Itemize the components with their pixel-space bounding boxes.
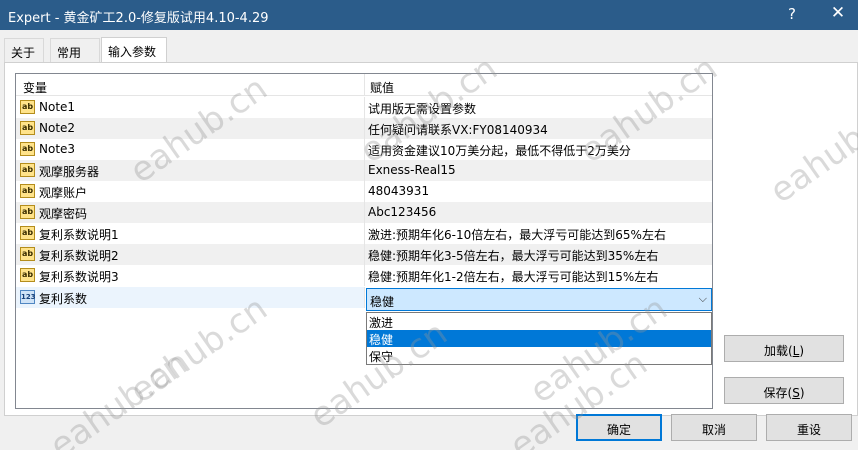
load-button-label: 加载( xyxy=(763,344,793,358)
compound-coefficient-select[interactable]: 稳健 ⌵ xyxy=(366,288,712,311)
row-name: 观摩服务器 xyxy=(39,165,100,179)
cell-separator xyxy=(364,181,365,202)
table-row[interactable]: ab 复利系数说明3 稳健:预期年化1-2倍左右，最大浮亏可能达到15%左右 xyxy=(16,265,712,286)
table-row[interactable]: ab 观摩密码 Abc123456 xyxy=(16,202,712,223)
row-name: 复利系数说明3 xyxy=(39,270,119,284)
table-row[interactable]: ab Note1 试用版无需设置参数 xyxy=(16,97,712,118)
string-type-icon: ab xyxy=(20,184,35,198)
string-type-icon: ab xyxy=(20,121,35,135)
cell-separator xyxy=(364,139,365,160)
cell-separator xyxy=(364,118,365,139)
tab-about[interactable]: 关于 xyxy=(4,38,44,62)
row-value[interactable]: 48043931 xyxy=(368,184,429,198)
tab-input-parameters[interactable]: 输入参数 xyxy=(101,37,167,63)
ok-button[interactable]: 确定 xyxy=(576,414,662,441)
string-type-icon: ab xyxy=(20,163,35,177)
load-button[interactable]: 加载(L) xyxy=(724,335,844,362)
string-type-icon: ab xyxy=(20,247,35,261)
cell-separator xyxy=(364,202,365,223)
save-button-label-end: ) xyxy=(799,386,805,400)
chevron-down-icon[interactable]: ⌵ xyxy=(699,292,707,306)
dropdown-option-selected[interactable]: 稳健 xyxy=(367,330,711,347)
row-name: Note3 xyxy=(39,142,76,156)
row-name: Note2 xyxy=(39,121,76,135)
table-row[interactable]: ab Note3 适用资金建议10万美分起，最低不得低于2万美分 xyxy=(16,139,712,160)
string-type-icon: ab xyxy=(20,142,35,156)
row-name: Note1 xyxy=(39,100,76,114)
row-value[interactable]: 稳健:预期年化3-5倍左右，最大浮亏可能达到35%左右 xyxy=(368,247,658,264)
string-type-icon: ab xyxy=(20,226,35,240)
string-type-icon: ab xyxy=(20,100,35,114)
row-value[interactable]: Exness-Real15 xyxy=(368,163,456,177)
row-name: 复利系数说明2 xyxy=(39,249,119,263)
combo-selected-value: 稳健 xyxy=(370,295,395,309)
save-button-label: 保存( xyxy=(763,386,793,400)
column-separator[interactable] xyxy=(364,74,365,96)
row-name: 观摩账户 xyxy=(39,186,88,200)
dropdown-option[interactable]: 保守 xyxy=(367,347,711,364)
table-row[interactable]: ab 观摩账户 48043931 xyxy=(16,181,712,202)
column-header-value[interactable]: 赋值 xyxy=(370,79,394,96)
help-icon[interactable]: ? xyxy=(780,5,804,23)
window-title: Expert - 黄金矿工2.0-修复版试用4.10-4.29 xyxy=(8,11,269,26)
tab-common[interactable]: 常用 xyxy=(50,38,100,62)
cell-separator xyxy=(364,97,365,118)
row-value[interactable]: 任何疑问请联系VX:FY08140934 xyxy=(368,121,548,138)
row-name: 复利系数 xyxy=(39,292,88,306)
column-header-variable[interactable]: 变量 xyxy=(23,79,47,96)
dropdown-option[interactable]: 激进 xyxy=(367,313,711,330)
cell-separator xyxy=(364,160,365,181)
save-button-hotkey: S xyxy=(792,386,800,400)
row-value[interactable]: 试用版无需设置参数 xyxy=(368,100,476,117)
save-button[interactable]: 保存(S) xyxy=(724,377,844,404)
table-row[interactable]: ab 观摩服务器 Exness-Real15 xyxy=(16,160,712,181)
row-value[interactable]: 适用资金建议10万美分起，最低不得低于2万美分 xyxy=(368,142,631,159)
row-value[interactable]: 激进:预期年化6-10倍左右，最大浮亏可能达到65%左右 xyxy=(368,226,666,243)
table-row[interactable]: ab Note2 任何疑问请联系VX:FY08140934 xyxy=(16,118,712,139)
row-value[interactable]: Abc123456 xyxy=(368,205,436,219)
table-row[interactable]: ab 复利系数说明1 激进:预期年化6-10倍左右，最大浮亏可能达到65%左右 xyxy=(16,223,712,244)
string-type-icon: ab xyxy=(20,205,35,219)
table-row[interactable]: ab 复利系数说明2 稳健:预期年化3-5倍左右，最大浮亏可能达到35%左右 xyxy=(16,244,712,265)
close-icon[interactable]: ✕ xyxy=(826,3,850,23)
numeric-type-icon: 123 xyxy=(20,290,36,304)
grid-header: 变量 赋值 xyxy=(16,74,712,96)
title-bar: Expert - 黄金矿工2.0-修复版试用4.10-4.29 ? ✕ xyxy=(0,0,858,30)
load-button-label-end: ) xyxy=(799,344,805,358)
string-type-icon: ab xyxy=(20,268,35,282)
dropdown-list: 激进 稳健 保守 xyxy=(366,312,712,365)
cell-separator xyxy=(364,287,365,308)
row-value[interactable]: 稳健:预期年化1-2倍左右，最大浮亏可能达到15%左右 xyxy=(368,268,658,285)
cell-separator xyxy=(364,265,365,286)
row-name: 观摩密码 xyxy=(39,207,88,221)
reset-button[interactable]: 重设 xyxy=(766,414,852,441)
row-name: 复利系数说明1 xyxy=(39,228,119,242)
cancel-button[interactable]: 取消 xyxy=(671,414,757,441)
cell-separator xyxy=(364,244,365,265)
cell-separator xyxy=(364,223,365,244)
